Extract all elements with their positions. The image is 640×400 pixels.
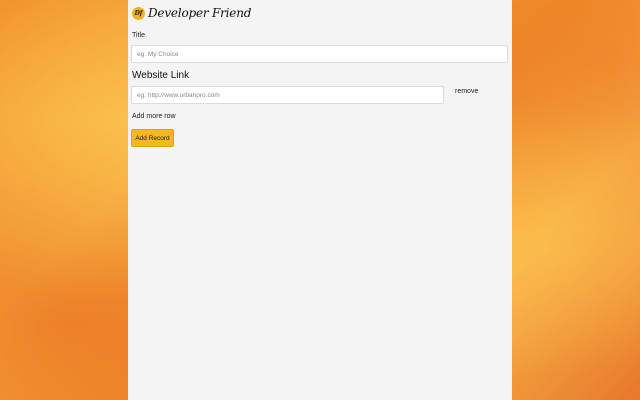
add-record-button[interactable]: Add Record — [131, 129, 174, 147]
logo-icon: Df — [132, 6, 145, 20]
add-more-row-link[interactable]: Add more row — [132, 113, 176, 120]
remove-row-link[interactable]: remove — [455, 88, 478, 95]
main-panel: Df Developer Friend Title Website Link r… — [128, 0, 512, 400]
title-label: Title — [132, 32, 145, 39]
website-link-heading: Website Link — [132, 70, 190, 81]
app-title: Developer Friend — [148, 6, 252, 20]
brand: Df Developer Friend — [132, 4, 251, 22]
website-link-input[interactable] — [131, 86, 444, 104]
title-input[interactable] — [131, 45, 508, 63]
